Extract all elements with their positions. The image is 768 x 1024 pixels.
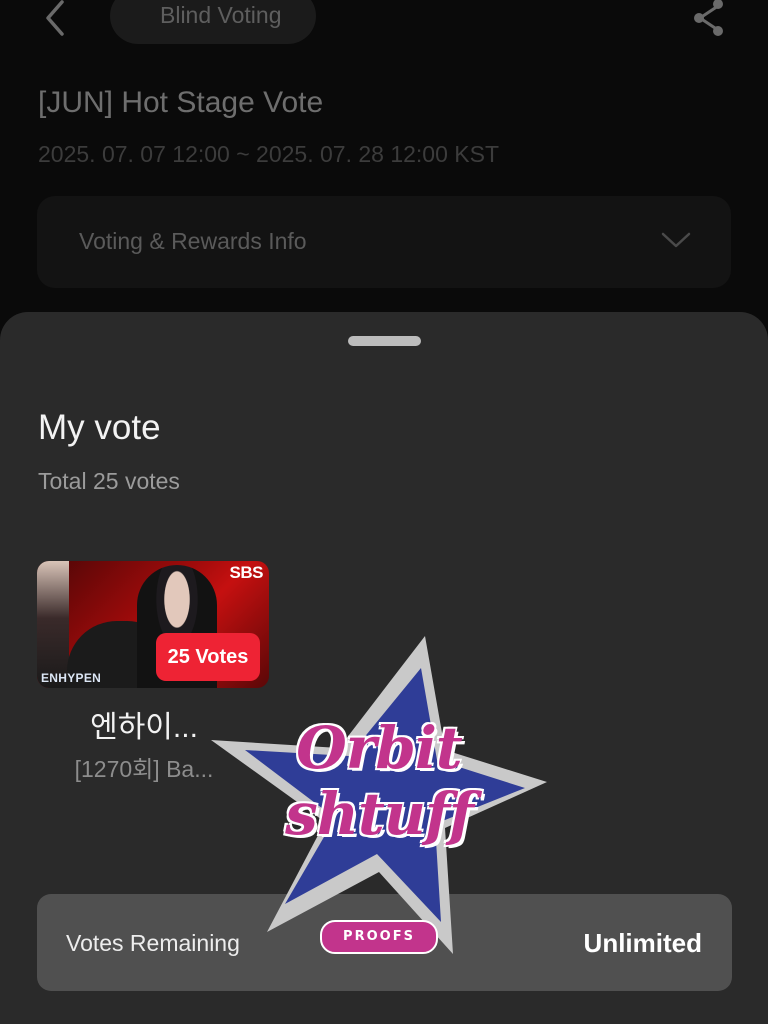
sheet-title: My vote (38, 408, 161, 447)
voting-info-label: Voting & Rewards Info (79, 228, 307, 254)
sheet-drag-handle[interactable] (348, 336, 421, 346)
sbs-logo: SBS (229, 563, 264, 582)
vote-period: 2025. 07. 07 12:00 ~ 2025. 07. 28 12:00 … (38, 141, 500, 167)
total-votes: Total 25 votes (38, 468, 180, 494)
watermark-line1: Orbit (296, 714, 462, 782)
proofs-tag: PROOFS (320, 920, 438, 954)
votes-remaining-value: Unlimited (583, 928, 702, 958)
watermark-sticker: Orbit shtuff PROOFS (207, 632, 551, 960)
voting-info-accordion[interactable]: Voting & Rewards Info (37, 196, 731, 288)
back-button[interactable] (36, 0, 76, 38)
chevron-down-icon (661, 232, 691, 248)
group-tag: ENHYPEN (41, 671, 102, 685)
share-button[interactable] (690, 0, 728, 38)
share-icon (694, 0, 723, 36)
thumbnail-figure (37, 561, 69, 688)
watermark-line2: shtuff (285, 780, 474, 848)
top-bar: Blind Voting (0, 0, 768, 60)
back-icon (46, 0, 64, 36)
tab-blind-voting[interactable]: Blind Voting (110, 0, 316, 44)
tab-label: Blind Voting (160, 2, 282, 28)
page-title: [JUN] Hot Stage Vote (38, 86, 324, 119)
